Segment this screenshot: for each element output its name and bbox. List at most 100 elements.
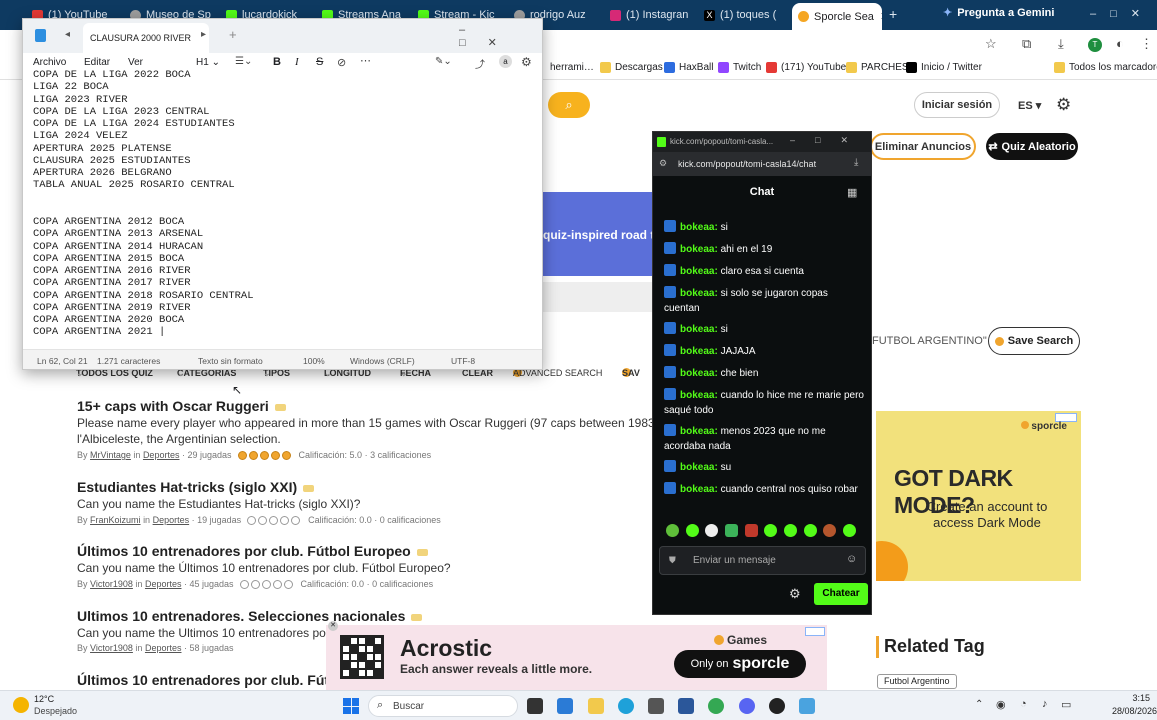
windows-start-icon[interactable] — [343, 698, 359, 714]
random-quiz-button[interactable]: ⇄ Quiz Aleatorio — [986, 133, 1078, 160]
emote-icon[interactable] — [685, 524, 699, 537]
users-icon[interactable]: ▦ — [847, 186, 857, 199]
bookmark[interactable]: Inicio / Twitter — [906, 62, 982, 73]
link-icon[interactable]: ⊘ — [337, 56, 346, 69]
emote-icon[interactable] — [744, 524, 758, 537]
strikethrough-icon[interactable]: S — [316, 56, 323, 68]
star-icon[interactable]: ☆ — [985, 36, 997, 52]
language-select[interactable]: ES ▾ — [1018, 99, 1041, 112]
emote-icon[interactable] — [842, 524, 856, 537]
browser-tab-active[interactable]: Sporcle Sea✕ — [792, 3, 882, 30]
weather-sun-icon[interactable] — [13, 697, 29, 713]
new-tab-icon[interactable]: + — [889, 6, 897, 22]
new-tab-icon[interactable]: + — [229, 27, 237, 42]
category-link[interactable]: Deportes — [145, 579, 182, 589]
clock[interactable]: 3:15 28/08/2026 — [1112, 693, 1157, 716]
quiz-title[interactable]: 15+ caps with Oscar Ruggeri — [77, 398, 286, 414]
notepad-tab[interactable]: CLAUSURA 2000 RIVER — [83, 23, 209, 53]
category-link[interactable]: Deportes — [153, 515, 190, 525]
notepad-icon[interactable] — [799, 698, 815, 714]
gemini-button[interactable]: ✦ Pregunta a Gemini — [943, 6, 1054, 20]
window-controls[interactable]: –□✕ — [1090, 7, 1154, 20]
category-link[interactable]: Deportes — [143, 450, 180, 460]
site-info-icon[interactable]: ⚙ — [659, 158, 667, 169]
bookmark[interactable]: Descargas — [600, 62, 663, 73]
remove-ads-button[interactable]: Eliminar Anuncios — [870, 133, 976, 160]
emote-icon[interactable] — [783, 524, 797, 537]
file-explorer-icon[interactable] — [588, 698, 604, 714]
close-icon[interactable]: ✕ — [328, 621, 338, 631]
emote-icon[interactable] — [666, 524, 679, 537]
download-icon[interactable]: ⤓ — [1058, 36, 1064, 52]
settings-gear-icon[interactable]: ⚙ — [1056, 95, 1071, 115]
emote-icon[interactable] — [803, 524, 817, 537]
heading-select[interactable]: H1 ⌄ — [196, 57, 220, 68]
tab-back-icon[interactable]: ◂ — [65, 29, 70, 40]
bookmark[interactable]: (171) YouTube — [766, 62, 846, 73]
obs-icon[interactable] — [769, 698, 785, 714]
avatar[interactable]: T — [1088, 38, 1102, 52]
tray-icon[interactable]: ◉ — [996, 698, 1006, 711]
author-link[interactable]: MrVintage — [90, 450, 131, 460]
chat-username[interactable]: bokeaa: — [680, 266, 718, 277]
search-box[interactable] — [543, 282, 653, 312]
menu-edit[interactable]: Editar — [84, 57, 110, 68]
settings-gear-icon[interactable]: ⚙ — [521, 55, 532, 69]
download-icon[interactable]: ⤓ — [854, 157, 858, 168]
only-on-sporcle-button[interactable]: Only on sporcle — [674, 650, 806, 678]
related-tag-pill[interactable]: Futbol Argentino — [877, 674, 957, 689]
bookmark[interactable]: PARCHES — [846, 62, 909, 73]
account-icon[interactable]: ◐ — [1116, 36, 1124, 51]
chat-username[interactable]: bokeaa: — [680, 462, 718, 473]
bold-icon[interactable]: B — [273, 56, 281, 68]
author-link[interactable]: Victor1908 — [90, 643, 133, 653]
chat-username[interactable]: bokeaa: — [680, 324, 718, 335]
chat-username[interactable]: bokeaa: — [680, 288, 718, 299]
author-link[interactable]: Victor1908 — [90, 579, 133, 589]
ad-choices-icon[interactable] — [805, 627, 825, 636]
window-controls[interactable]: –□✕ — [459, 24, 542, 49]
menu-view[interactable]: Ver — [128, 57, 143, 68]
kick-url[interactable]: kick.com/popout/tomi-casla14/chat — [678, 159, 816, 169]
notepad-text-area[interactable]: COPA DE LA LIGA 2022 BOCA LIGA 22 BOCA LIG… — [33, 69, 254, 339]
quiz-title[interactable]: Ultimos 10 entrenadores. Selecciones nac… — [77, 608, 423, 624]
bookmark[interactable]: Twitch — [718, 62, 761, 73]
dark-mode-ad[interactable]: sporcle GOT DARK MODE? Create an account… — [876, 411, 1081, 581]
close-icon[interactable]: ✕ — [880, 10, 882, 23]
word-icon[interactable] — [678, 698, 694, 714]
more-icon[interactable]: ⋯ — [360, 54, 371, 67]
chat-username[interactable]: bokeaa: — [680, 244, 718, 255]
chat-username[interactable]: bokeaa: — [680, 390, 718, 401]
bookmark[interactable]: HaxBall — [664, 62, 713, 73]
emote-icon[interactable] — [823, 524, 837, 537]
tray-chevron-icon[interactable]: ⌃ — [975, 699, 983, 710]
settings-gear-icon[interactable]: ⚙ — [789, 586, 801, 602]
chat-username[interactable]: bokeaa: — [680, 368, 718, 379]
italic-icon[interactable]: I — [295, 56, 299, 68]
app-icon[interactable] — [648, 698, 664, 714]
chat-username[interactable]: bokeaa: — [680, 346, 718, 357]
bookmark[interactable]: herrami… — [550, 62, 594, 73]
tab-forward-icon[interactable]: ▸ — [201, 29, 206, 40]
emote-icon[interactable] — [724, 524, 738, 537]
chat-username[interactable]: bokeaa: — [680, 484, 718, 495]
volume-icon[interactable]: ♪ — [1042, 698, 1048, 710]
emoji-icon[interactable]: ☺ — [846, 553, 857, 565]
quiz-title[interactable]: Últimos 10 entrenadores por club. Fútbo — [77, 672, 346, 688]
window-controls[interactable]: –□✕ — [790, 135, 868, 146]
browser-tab[interactable]: X (1) toques ( — [698, 5, 792, 25]
quiz-title[interactable]: Estudiantes Hat-tricks (siglo XXI) — [77, 479, 315, 495]
bookmark[interactable]: Todos los marcadores — [1054, 62, 1157, 73]
copilot-icon[interactable]: a — [499, 55, 512, 68]
app-icon[interactable] — [557, 698, 573, 714]
search-icon[interactable]: ⌕ — [548, 92, 590, 118]
save-search-button[interactable]: Save Search — [988, 327, 1080, 355]
login-button[interactable]: Iniciar sesión — [914, 92, 1000, 118]
list-icon[interactable]: ☰⌄ — [235, 56, 252, 67]
acrostic-ad[interactable]: ✕ Acrostic Each answer reveals a little … — [326, 621, 827, 690]
emote-icon[interactable] — [764, 524, 778, 537]
send-chat-button[interactable]: Chatear — [814, 583, 868, 605]
menu-icon[interactable]: ⋮ — [1140, 36, 1153, 52]
chat-input[interactable]: ⛊ Enviar un mensaje ☺ — [659, 546, 866, 575]
task-view-icon[interactable] — [527, 698, 543, 714]
